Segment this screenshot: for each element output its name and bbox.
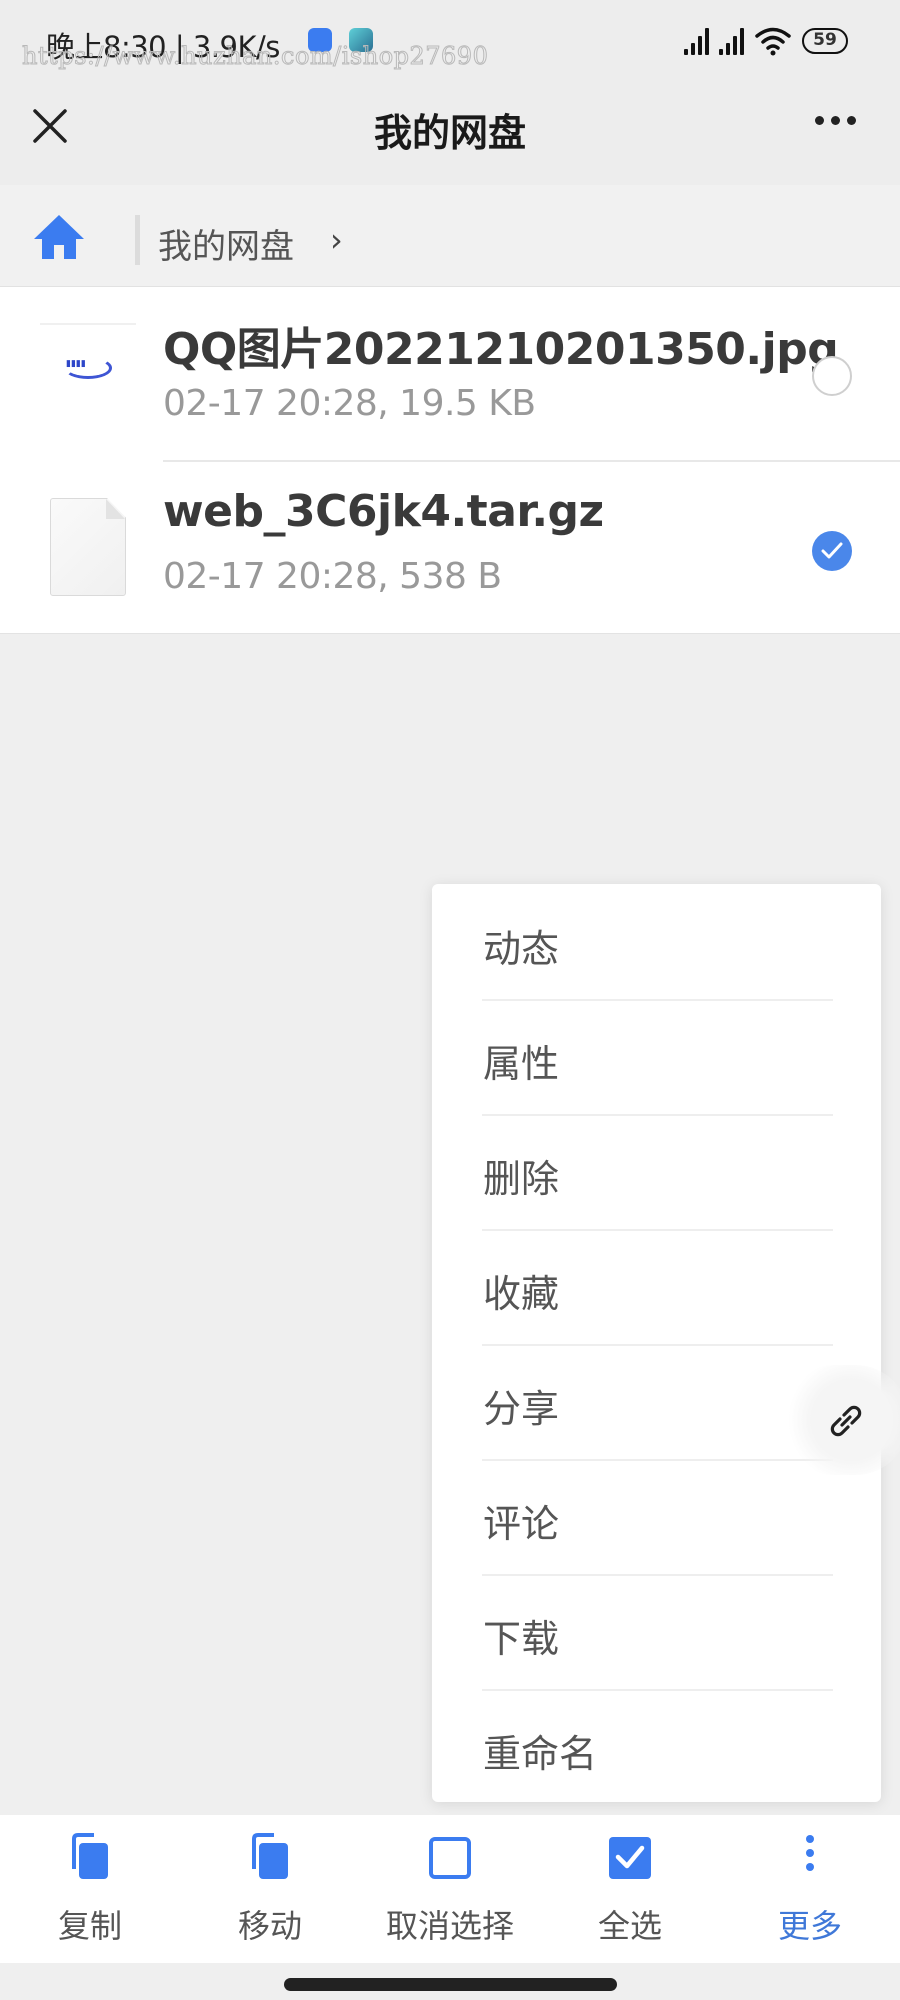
file-row[interactable]: web_3C6jk4.tar.gz 02-17 20:28, 538 B bbox=[0, 460, 900, 633]
deselect-icon bbox=[429, 1837, 471, 1879]
menu-item-label: 动态 bbox=[483, 927, 560, 971]
check-icon bbox=[821, 542, 843, 559]
file-meta: 02-17 20:28, 19.5 KB bbox=[163, 383, 536, 424]
menu-item-label: 下载 bbox=[483, 1617, 560, 1661]
menu-item-rename[interactable]: 重命名 bbox=[432, 1689, 881, 1804]
image-thumbnail: ▮▮▮▮ bbox=[40, 323, 136, 413]
file-name: web_3C6jk4.tar.gz bbox=[163, 486, 604, 537]
breadcrumb-divider bbox=[135, 215, 140, 265]
context-menu: 动态 属性 删除 收藏 分享 评论 下载 重命名 bbox=[432, 884, 881, 1802]
file-row[interactable]: ▮▮▮▮ QQ图片20221210201350.jpg 02-17 20:28,… bbox=[0, 287, 900, 460]
wifi-icon bbox=[755, 27, 791, 56]
toolbar-move-button[interactable]: 移动 bbox=[180, 1815, 360, 1963]
file-meta: 02-17 20:28, 538 B bbox=[163, 556, 502, 597]
file-name: QQ图片20221210201350.jpg bbox=[163, 324, 839, 375]
more-vertical-icon bbox=[806, 1835, 814, 1871]
link-icon bbox=[830, 1405, 862, 1437]
chevron-right-icon: › bbox=[330, 221, 343, 259]
breadcrumb-current[interactable]: 我的网盘 bbox=[158, 219, 294, 268]
toolbar-deselect-button[interactable]: 取消选择 bbox=[360, 1815, 540, 1963]
menu-item-activity[interactable]: 动态 bbox=[432, 884, 881, 999]
status-indicators: 59 bbox=[684, 26, 848, 56]
menu-item-properties[interactable]: 属性 bbox=[432, 999, 881, 1114]
battery-indicator: 59 bbox=[802, 28, 848, 54]
toolbar-select-all-button[interactable]: 全选 bbox=[540, 1815, 720, 1963]
signal-icon bbox=[719, 27, 744, 55]
toolbar-more-button[interactable]: 更多 bbox=[720, 1815, 900, 1963]
menu-item-label: 重命名 bbox=[483, 1732, 598, 1776]
toolbar-label: 取消选择 bbox=[385, 1907, 514, 1945]
select-radio-checked[interactable] bbox=[812, 531, 852, 571]
menu-item-label: 属性 bbox=[483, 1042, 560, 1086]
bottom-toolbar: 复制 移动 取消选择 全选 更多 bbox=[0, 1815, 900, 1963]
breadcrumb: 我的网盘 › bbox=[0, 185, 900, 287]
toolbar-label: 更多 bbox=[777, 1907, 842, 1945]
file-icon bbox=[50, 498, 126, 596]
select-all-icon bbox=[609, 1837, 651, 1879]
toolbar-copy-button[interactable]: 复制 bbox=[0, 1815, 180, 1963]
menu-item-delete[interactable]: 删除 bbox=[432, 1114, 881, 1229]
toolbar-label: 复制 bbox=[57, 1907, 122, 1945]
select-radio[interactable] bbox=[812, 356, 852, 396]
home-indicator[interactable] bbox=[284, 1978, 617, 1991]
page-title: 我的网盘 bbox=[373, 111, 526, 155]
file-list: ▮▮▮▮ QQ图片20221210201350.jpg 02-17 20:28,… bbox=[0, 287, 900, 634]
watermark-text: https://www.huzhan.com/ishop27690 bbox=[21, 42, 489, 71]
copy-icon bbox=[72, 1833, 108, 1879]
status-bar: 晚上8:30 | 3.9K/s https://www.huzhan.com/i… bbox=[0, 0, 900, 80]
toolbar-label: 移动 bbox=[237, 1907, 302, 1945]
menu-item-label: 删除 bbox=[483, 1157, 560, 1201]
menu-item-label: 收藏 bbox=[483, 1272, 560, 1316]
menu-item-label: 评论 bbox=[483, 1502, 560, 1546]
menu-item-comment[interactable]: 评论 bbox=[432, 1459, 881, 1574]
home-icon[interactable] bbox=[32, 213, 86, 261]
logo-text: ▮▮▮▮ bbox=[66, 359, 86, 369]
toolbar-label: 全选 bbox=[597, 1907, 662, 1945]
signal-icon bbox=[684, 27, 709, 55]
menu-item-favorite[interactable]: 收藏 bbox=[432, 1229, 881, 1344]
app-header: 我的网盘 bbox=[0, 80, 900, 185]
more-horizontal-icon[interactable] bbox=[815, 116, 856, 125]
menu-item-label: 分享 bbox=[483, 1387, 560, 1431]
move-icon bbox=[252, 1833, 288, 1879]
menu-item-download[interactable]: 下载 bbox=[432, 1574, 881, 1689]
link-button[interactable] bbox=[780, 1365, 900, 1475]
